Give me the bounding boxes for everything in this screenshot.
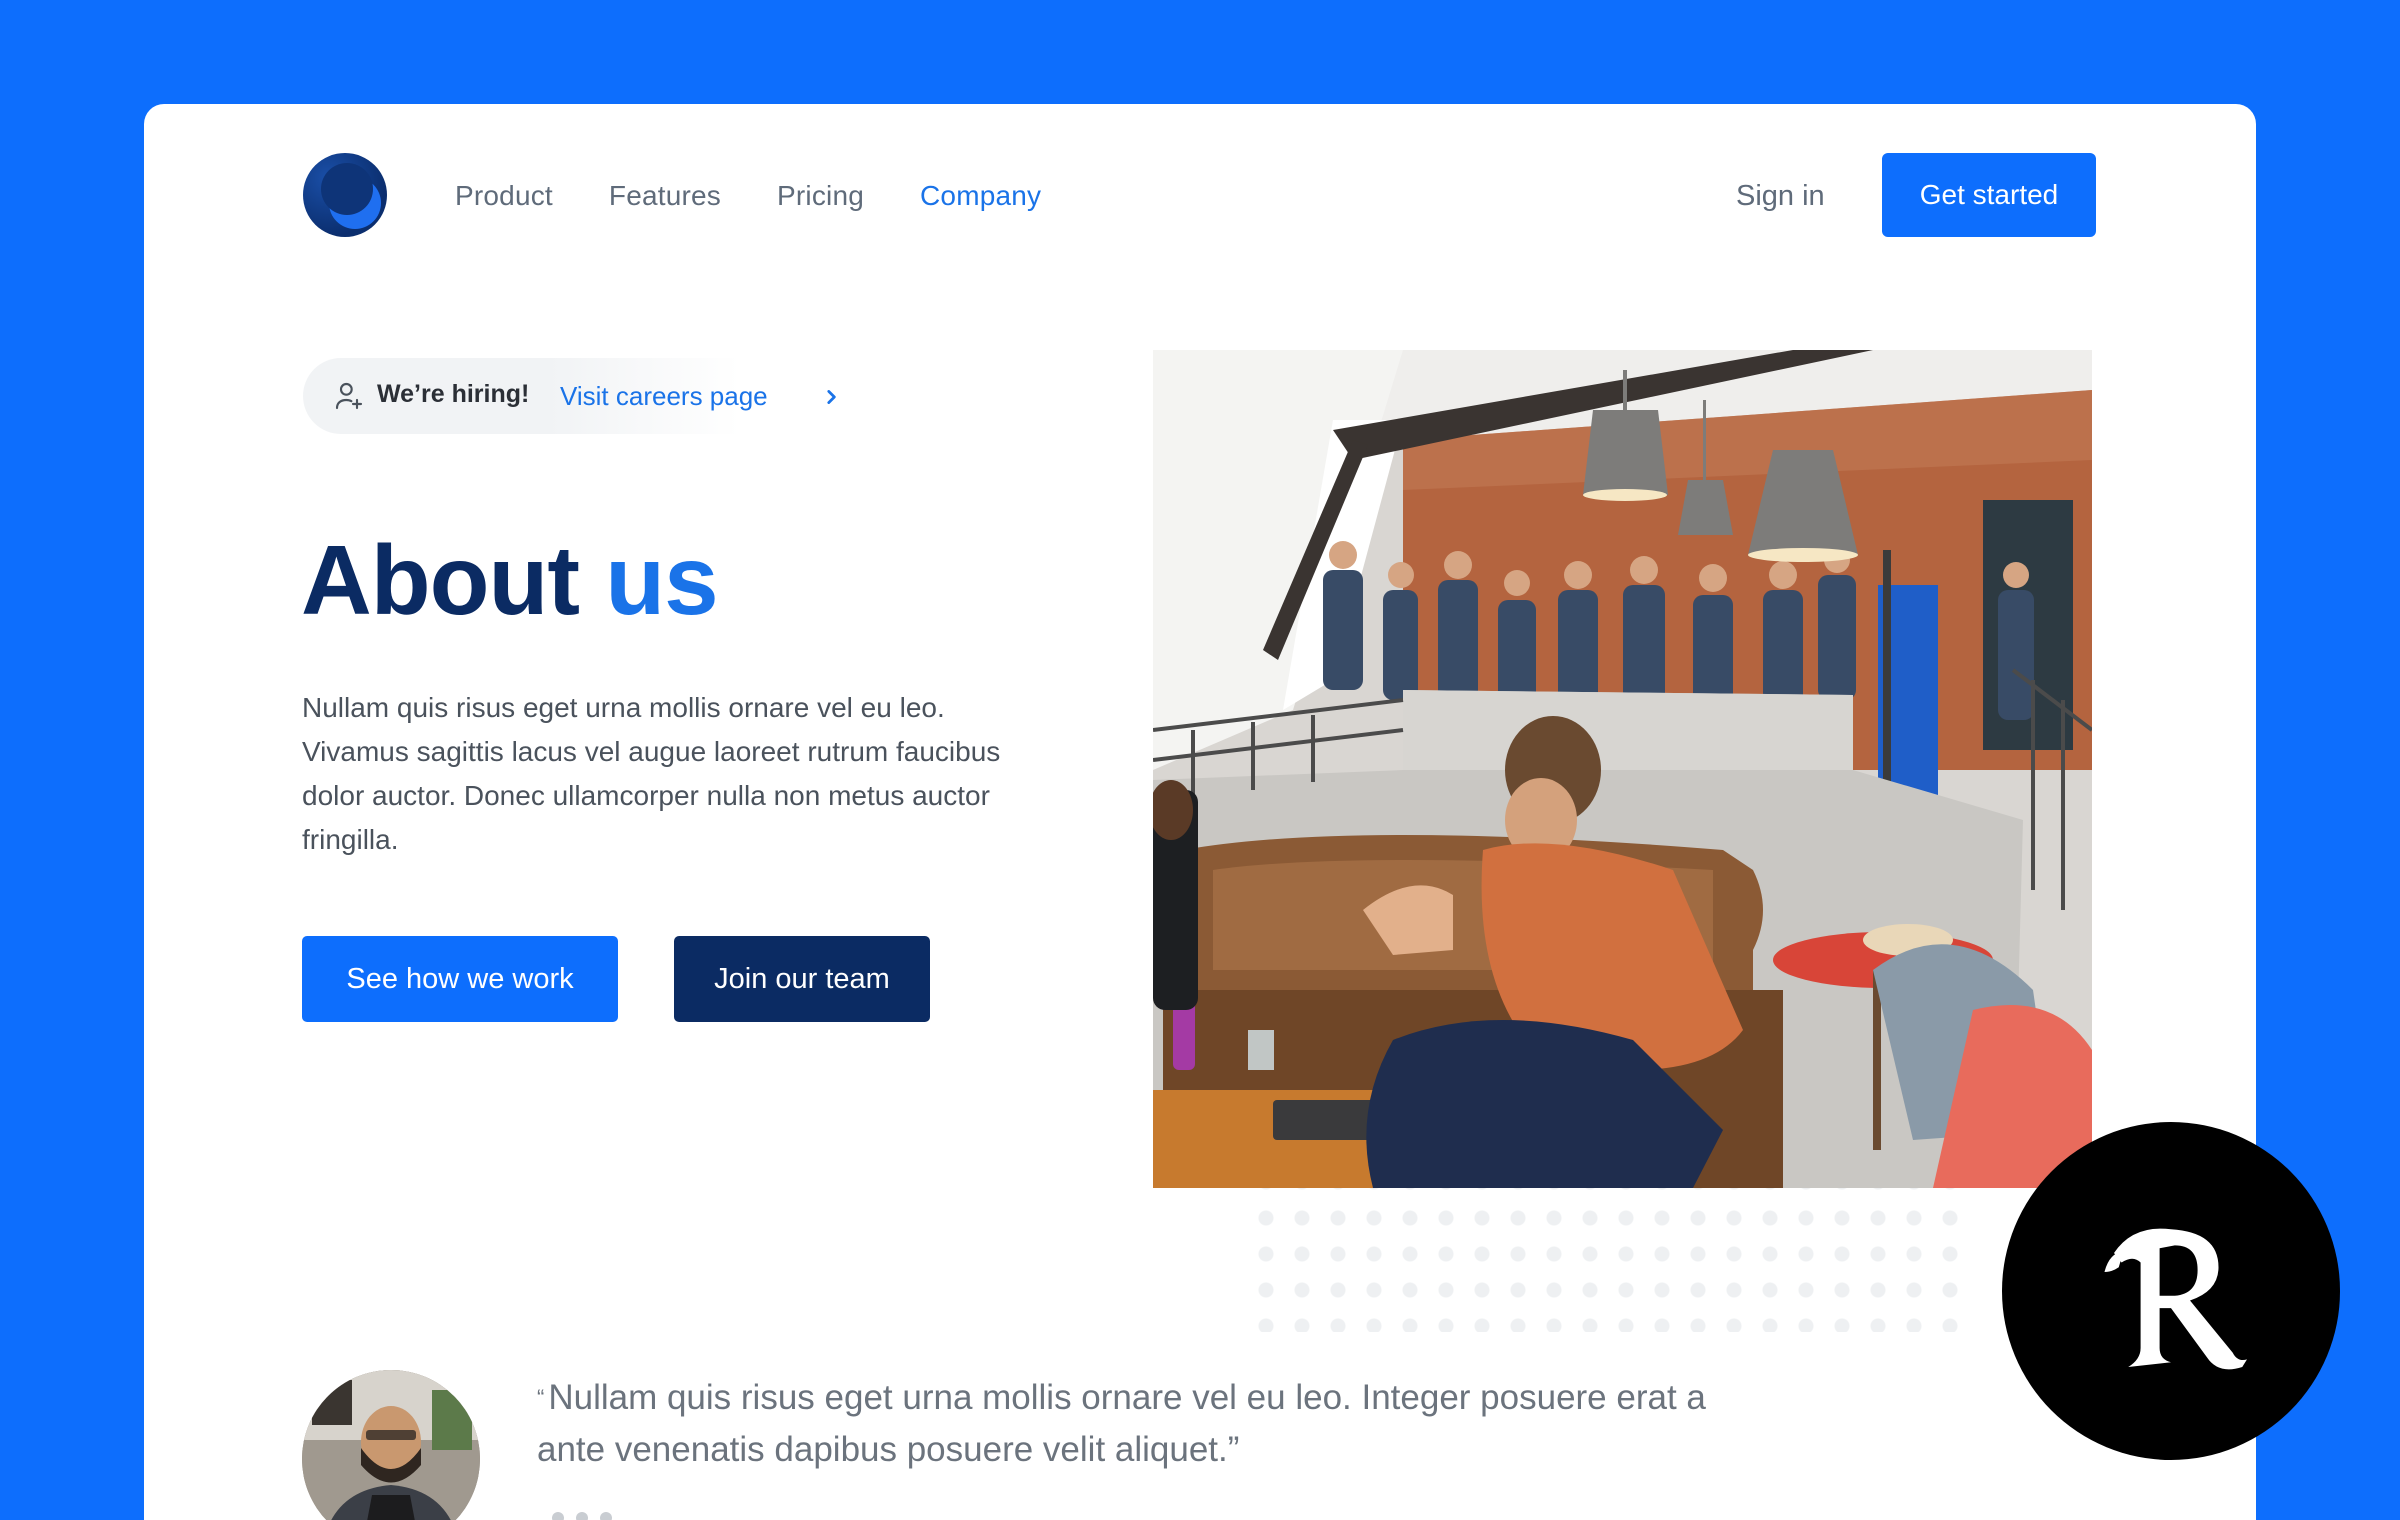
see-how-we-work-button[interactable]: See how we work (302, 936, 618, 1022)
hero-description: Nullam quis risus eget urna mollis ornar… (302, 692, 1001, 855)
main-nav: Product Features Pricing Company (455, 180, 1041, 212)
nav-product[interactable]: Product (455, 180, 553, 212)
sign-in-link[interactable]: Sign in (1736, 180, 1825, 213)
page-card: Product Features Pricing Company Sign in… (144, 104, 2256, 1520)
quote-text: Nullam quis risus eget urna mollis ornar… (537, 1378, 1706, 1469)
rating-dot (576, 1512, 588, 1520)
title-part-2: us (605, 525, 718, 635)
user-plus-icon (335, 382, 363, 410)
page-title: About us (301, 524, 719, 637)
get-started-button[interactable]: Get started (1882, 153, 2096, 237)
nav-features[interactable]: Features (609, 180, 721, 212)
hiring-label: We’re hiring! (377, 380, 530, 408)
testimonial-quote: “Nullam quis risus eget urna mollis orna… (537, 1372, 1737, 1476)
chevron-right-icon[interactable] (824, 388, 838, 406)
nav-pricing[interactable]: Pricing (777, 180, 864, 212)
title-part-1: About (301, 525, 580, 635)
hiring-pill: We’re hiring! Visit careers page (303, 358, 849, 434)
rating-dot (600, 1512, 612, 1520)
brand-logo[interactable] (303, 153, 387, 237)
nav-company[interactable]: Company (920, 180, 1041, 212)
blackletter-r-logo (2002, 1122, 2340, 1460)
rating-dot (552, 1512, 564, 1520)
office-photo (1153, 350, 2092, 1188)
r-glyph-icon (2104, 1228, 2247, 1370)
rating-dots (552, 1512, 612, 1520)
testimonial-avatar (302, 1370, 480, 1520)
quote-mark: “ (537, 1385, 545, 1410)
careers-link[interactable]: Visit careers page (560, 381, 768, 412)
join-our-team-button[interactable]: Join our team (674, 936, 930, 1022)
